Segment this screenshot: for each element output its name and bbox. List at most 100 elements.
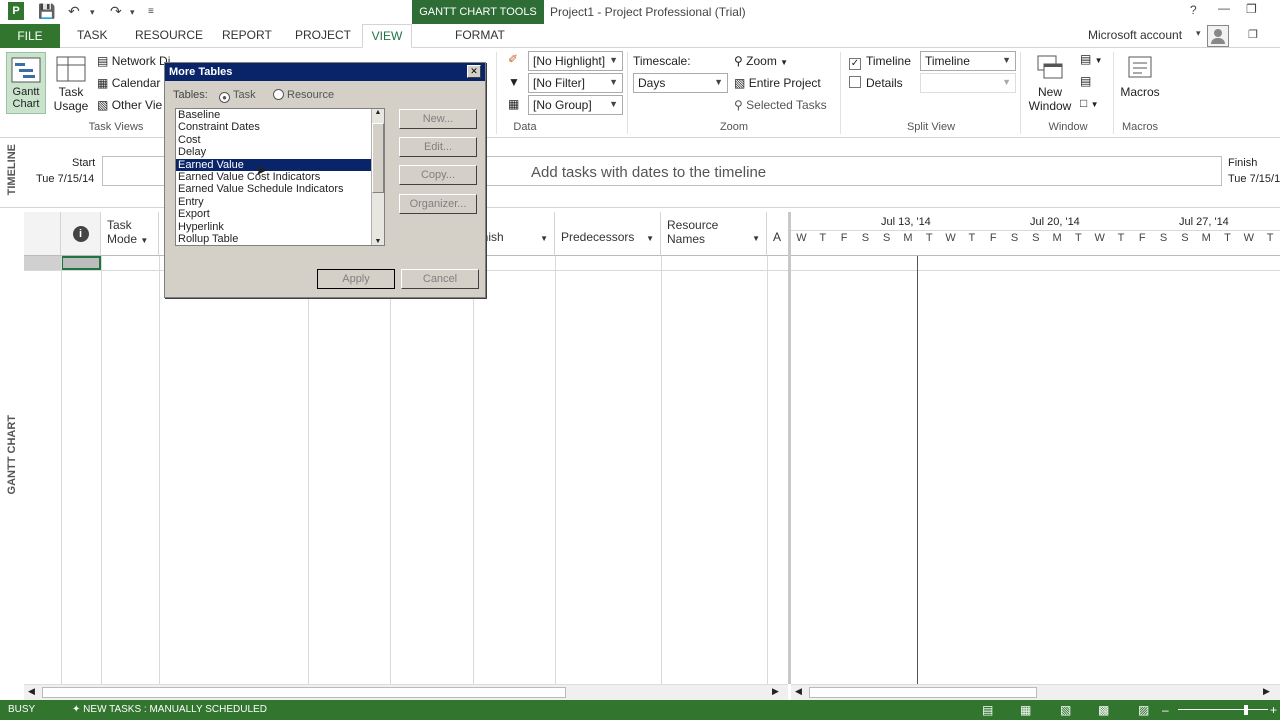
undo-dropdown-icon[interactable]: ▾ xyxy=(90,7,95,18)
timeline-view-dropdown[interactable]: Timeline ▼ xyxy=(920,51,1016,71)
more-tables-dialog[interactable]: More Tables ✕ Tables: ● Task Resource Bas… xyxy=(164,62,486,298)
tab-format[interactable]: FORMAT xyxy=(455,24,505,48)
scrollbar-thumb[interactable] xyxy=(42,687,566,698)
zoom-button[interactable]: ⚲ Zoom ▼ xyxy=(734,54,788,68)
timescale-dropdown[interactable]: Days ▼ xyxy=(633,73,728,93)
copy-button[interactable]: Copy... xyxy=(399,165,477,185)
scroll-up-icon[interactable]: ▲ xyxy=(372,109,384,116)
radio-empty-icon xyxy=(273,89,284,100)
tab-file[interactable]: FILE xyxy=(0,24,60,48)
row-selector[interactable] xyxy=(24,256,61,270)
dialog-title: More Tables xyxy=(165,63,485,81)
tab-resource[interactable]: RESOURCE xyxy=(135,24,203,48)
zoom-slider-thumb[interactable] xyxy=(1244,705,1248,715)
avatar[interactable] xyxy=(1207,25,1229,47)
timeline-checkbox[interactable]: ✓ Timeline xyxy=(849,54,911,70)
table-list-item[interactable]: Hyperlink xyxy=(176,221,384,233)
grid-column-line xyxy=(159,256,160,684)
active-cell[interactable] xyxy=(61,256,101,270)
table-list-item[interactable]: Earned Value Schedule Indicators xyxy=(176,183,384,195)
resource-names-header-label: Resource Names xyxy=(667,218,719,246)
edit-button[interactable]: Edit... xyxy=(399,137,477,157)
list-scrollbar[interactable]: ▲ ▼ xyxy=(371,109,384,245)
predecessors-header-label: Predecessors xyxy=(561,230,635,244)
organizer-button[interactable]: Organizer... xyxy=(399,194,477,214)
gantt-chart-button[interactable]: Gantt Chart xyxy=(6,52,46,114)
zoom-slider[interactable] xyxy=(1178,709,1268,710)
save-icon[interactable]: 💾 xyxy=(38,3,55,20)
gantt-view-icon[interactable]: ▤ xyxy=(982,700,993,720)
network-diagram-button[interactable]: ▤ Network Di xyxy=(97,54,170,68)
other-views-button[interactable]: ▧ Other Vie xyxy=(97,98,162,112)
select-all-corner[interactable] xyxy=(24,212,61,256)
predecessors-column-header[interactable]: Predecessors ▼ xyxy=(555,212,661,256)
tab-view[interactable]: VIEW xyxy=(362,24,412,48)
scroll-left-icon[interactable]: ◀ xyxy=(28,686,35,697)
table-list-item[interactable]: Cost xyxy=(176,134,384,146)
grid-horizontal-scrollbar[interactable]: ◀ ▶ xyxy=(24,684,788,700)
switch-windows-icon[interactable]: ▤ ▼ xyxy=(1080,52,1103,66)
scroll-right-icon[interactable]: ▶ xyxy=(1263,686,1270,697)
report-view-icon[interactable]: ▨ xyxy=(1138,700,1149,720)
new-window-button[interactable]: New Window xyxy=(1026,52,1074,118)
scroll-right-icon[interactable]: ▶ xyxy=(772,686,779,697)
tab-task[interactable]: TASK xyxy=(77,24,107,48)
scroll-down-icon[interactable]: ▼ xyxy=(372,238,384,245)
scrollbar-thumb[interactable] xyxy=(809,687,1037,698)
hide-window-icon[interactable]: □ ▼ xyxy=(1080,96,1099,110)
table-list-item[interactable]: Delay xyxy=(176,146,384,158)
task-radio[interactable]: ● Task xyxy=(219,89,256,103)
gantt-chart-pane[interactable]: Jul 13, '14 Jul 20, '14 Jul 27, '14 WTFS… xyxy=(791,212,1280,684)
close-icon[interactable]: ✕ xyxy=(467,65,481,78)
info-column-header[interactable]: i xyxy=(61,212,101,256)
new-button[interactable]: New... xyxy=(399,109,477,129)
tables-list[interactable]: Baseline Constraint Dates Cost Delay Earned … xyxy=(175,108,385,246)
redo-icon[interactable]: ↷ xyxy=(110,3,122,20)
account-dropdown-icon[interactable]: ▾ xyxy=(1196,28,1201,39)
table-list-item[interactable]: Schedule xyxy=(176,245,384,246)
scroll-left-icon[interactable]: ◀ xyxy=(795,686,802,697)
redo-dropdown-icon[interactable]: ▾ xyxy=(130,7,135,18)
new-tasks-mode-button[interactable]: ✦ NEW TASKS : MANUALLY SCHEDULED xyxy=(72,700,267,720)
tab-project[interactable]: PROJECT xyxy=(295,24,351,48)
arrange-all-icon[interactable]: ▤ xyxy=(1080,74,1091,88)
zoom-out-icon[interactable]: – xyxy=(1162,700,1169,720)
task-usage-view-icon[interactable]: ▦ xyxy=(1020,700,1031,720)
selected-tasks-button[interactable]: ⚲ Selected Tasks xyxy=(734,98,827,112)
task-usage-button[interactable]: Task Usage xyxy=(50,52,92,114)
table-list-item[interactable]: Constraint Dates xyxy=(176,121,384,133)
undo-icon[interactable]: ↶ xyxy=(68,3,80,20)
table-list-item[interactable]: Export xyxy=(176,208,384,220)
resource-names-column-header[interactable]: Resource Names ▼ xyxy=(661,212,767,256)
table-list-item[interactable]: Rollup Table xyxy=(176,233,384,245)
restore-ribbon-icon[interactable]: ❐ xyxy=(1248,28,1258,41)
team-planner-view-icon[interactable]: ▧ xyxy=(1060,700,1071,720)
task-mode-column-header[interactable]: Task Mode ▼ xyxy=(101,212,159,256)
apply-button[interactable]: Apply xyxy=(317,269,395,289)
restore-button[interactable]: ❐ xyxy=(1246,2,1257,16)
resource-sheet-view-icon[interactable]: ▩ xyxy=(1098,700,1109,720)
table-list-item[interactable]: Earned Value xyxy=(176,158,384,171)
calendar-button[interactable]: ▦ Calendar xyxy=(97,76,160,90)
details-checkbox[interactable]: Details xyxy=(849,76,903,90)
details-view-dropdown[interactable]: ▼ xyxy=(920,73,1016,93)
add-column-header[interactable]: A xyxy=(767,212,788,256)
gantt-horizontal-scrollbar[interactable]: ◀ ▶ xyxy=(791,684,1280,700)
resource-radio[interactable]: Resource xyxy=(273,89,334,101)
filter-dropdown[interactable]: [No Filter] ▼ xyxy=(528,73,623,93)
account-button[interactable]: Microsoft account xyxy=(1088,24,1182,48)
macros-button[interactable]: Macros xyxy=(1118,52,1162,118)
table-list-item[interactable]: Entry xyxy=(176,196,384,208)
table-list-item[interactable]: Baseline xyxy=(176,109,384,121)
customize-quick-access-icon[interactable]: ≡ xyxy=(148,6,154,17)
entire-project-button[interactable]: ▧ Entire Project xyxy=(734,76,821,90)
tab-report[interactable]: REPORT xyxy=(222,24,272,48)
table-list-item[interactable]: Earned Value Cost Indicators xyxy=(176,171,384,183)
highlight-dropdown[interactable]: [No Highlight] ▼ xyxy=(528,51,623,71)
group-dropdown[interactable]: [No Group] ▼ xyxy=(528,95,623,115)
cancel-button[interactable]: Cancel xyxy=(401,269,479,289)
minimize-button[interactable]: — xyxy=(1218,1,1230,15)
help-button[interactable]: ? xyxy=(1190,3,1197,17)
list-scroll-thumb[interactable] xyxy=(372,123,384,193)
zoom-in-icon[interactable]: + xyxy=(1270,700,1277,720)
